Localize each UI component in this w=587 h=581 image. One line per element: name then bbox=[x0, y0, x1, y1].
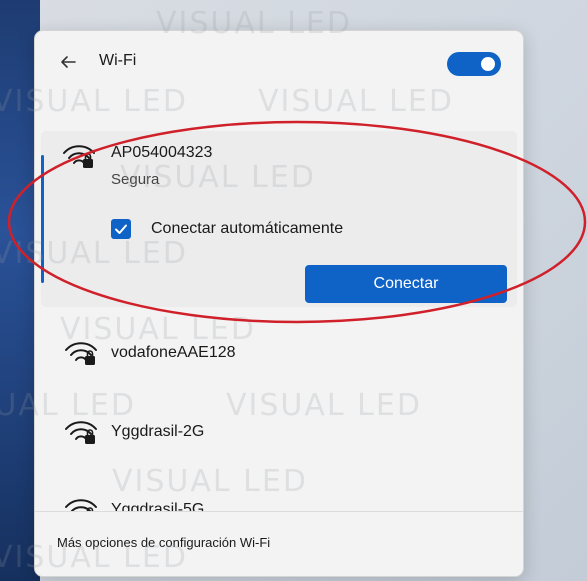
wifi-flyout: Wi-Fi AP054004323 Segura Conectar automá… bbox=[34, 30, 524, 577]
back-button[interactable] bbox=[55, 49, 81, 75]
checkmark-icon bbox=[115, 224, 127, 234]
network-item[interactable]: Yggdrasil-2G bbox=[41, 399, 517, 463]
back-arrow-icon bbox=[61, 56, 76, 68]
network-ssid: AP054004323 bbox=[111, 144, 213, 161]
connect-button[interactable]: Conectar bbox=[305, 265, 507, 303]
page-title: Wi-Fi bbox=[99, 52, 137, 69]
network-item[interactable]: vodafoneAAE128 bbox=[41, 320, 517, 384]
network-status: Segura bbox=[111, 171, 160, 188]
wifi-toggle[interactable] bbox=[447, 52, 501, 76]
wifi-secured-icon bbox=[65, 421, 97, 444]
footer: Más opciones de configuración Wi-Fi bbox=[35, 511, 523, 576]
network-ssid: Yggdrasil-2G bbox=[111, 423, 205, 440]
wifi-secured-icon bbox=[63, 145, 95, 168]
toggle-knob bbox=[481, 57, 495, 71]
auto-connect-checkbox[interactable] bbox=[111, 219, 131, 239]
selection-indicator bbox=[41, 155, 44, 283]
more-wifi-settings-link[interactable]: Más opciones de configuración Wi-Fi bbox=[57, 535, 270, 550]
wifi-secured-icon bbox=[65, 342, 97, 365]
network-item-selected[interactable]: AP054004323 Segura Conectar automáticame… bbox=[41, 131, 517, 307]
auto-connect-label: Conectar automáticamente bbox=[151, 220, 344, 237]
wifi-header: Wi-Fi bbox=[35, 31, 523, 95]
network-ssid: vodafoneAAE128 bbox=[111, 344, 236, 361]
